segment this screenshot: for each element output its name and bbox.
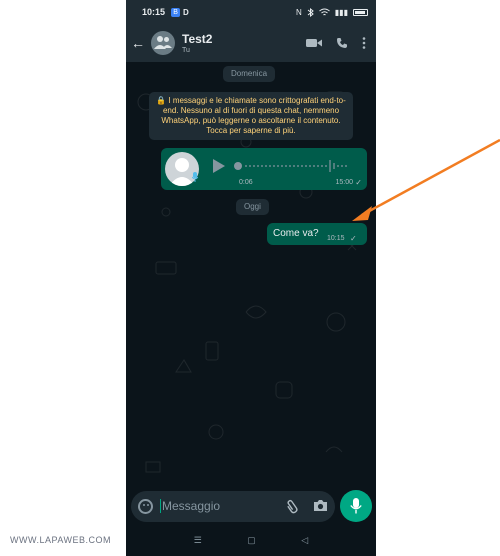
voice-duration: 0:06 — [239, 179, 253, 186]
status-icons: N ▮▮▮ — [296, 7, 368, 17]
outgoing-message-bubble[interactable]: Come va? 10:15 ✓ — [267, 223, 367, 245]
voice-message-bubble[interactable]: 0:06 15:00 ✓ — [161, 148, 367, 190]
back-arrow-icon[interactable]: ← — [131, 36, 149, 50]
signal-icon: ▮▮▮ — [334, 7, 348, 17]
group-icon — [154, 36, 172, 49]
date-pill-domenica: Domenica — [223, 66, 276, 82]
video-call-icon[interactable] — [306, 38, 322, 48]
message-timestamp: 10:15 — [327, 235, 345, 242]
status-notifications: B D — [171, 7, 189, 17]
attach-icon[interactable] — [285, 499, 299, 515]
play-icon[interactable] — [213, 159, 225, 173]
emoji-icon[interactable] — [138, 499, 153, 514]
status-bar: 10:15 B D N ▮▮▮ — [126, 0, 376, 24]
date-pill-oggi: Oggi — [236, 199, 269, 215]
message-text: Come va? — [273, 228, 319, 239]
header-actions — [306, 37, 366, 49]
message-placeholder[interactable]: Messaggio — [160, 499, 220, 513]
message-composer: Messaggio — [126, 489, 376, 525]
mic-button[interactable] — [340, 490, 372, 522]
system-navbar: ☰ ▢ ◁ — [126, 525, 376, 556]
camera-icon[interactable] — [313, 499, 328, 512]
chat-title-block[interactable]: Test2 Tu — [182, 32, 212, 54]
voice-call-icon[interactable] — [336, 37, 348, 49]
group-avatar[interactable] — [151, 31, 175, 55]
chat-title: Test2 — [182, 32, 213, 46]
message-input[interactable]: Messaggio — [131, 491, 335, 522]
recent-apps-icon[interactable]: ☰ — [194, 535, 202, 546]
voice-timestamp: 15:00 — [335, 179, 353, 186]
phone-screen: 10:15 B D N ▮▮▮ ← Test2 Tu Domenica 🔒 I … — [126, 0, 376, 556]
chat-subtitle: Tu — [182, 47, 190, 54]
encryption-notice[interactable]: 🔒 I messaggi e le chiamate sono crittogr… — [149, 92, 353, 140]
voice-mic-icon — [192, 172, 198, 182]
home-icon[interactable]: ▢ — [247, 535, 256, 546]
sent-tick-icon: ✓ — [355, 178, 362, 187]
bluetooth-icon — [307, 7, 314, 17]
d-badge-icon: D — [183, 7, 189, 17]
voice-waveform[interactable] — [234, 158, 354, 174]
chat-header: ← Test2 Tu — [126, 24, 376, 62]
watermark: WWW.LAPAWEB.COM — [10, 535, 111, 545]
back-icon[interactable]: ◁ — [301, 535, 308, 546]
wifi-icon — [318, 8, 330, 16]
nfc-icon: N — [296, 7, 302, 17]
sent-tick-icon: ✓ — [350, 234, 357, 243]
bluetooth-badge-icon: B — [171, 7, 181, 17]
mic-icon — [350, 498, 362, 514]
more-options-icon[interactable] — [362, 37, 366, 49]
chat-area[interactable]: Domenica 🔒 I messaggi e le chiamate sono… — [126, 62, 376, 489]
battery-icon — [353, 8, 368, 16]
status-time: 10:15 — [142, 7, 166, 17]
